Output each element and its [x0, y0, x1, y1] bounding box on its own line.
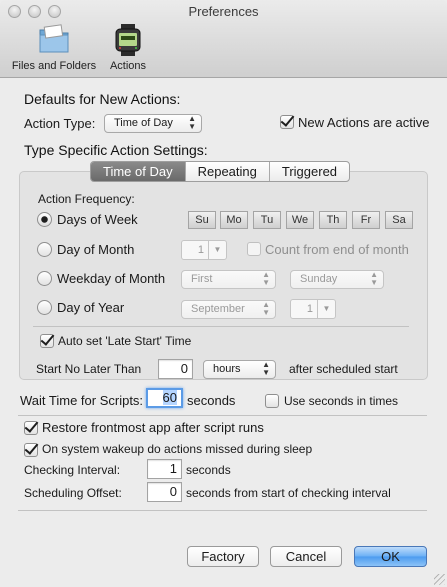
day-toggle-tu[interactable]: Tu: [253, 211, 281, 229]
type-specific-heading: Type Specific Action Settings:: [24, 142, 208, 158]
weekday-of-month-label: Weekday of Month: [57, 271, 166, 286]
start-unit-popup[interactable]: hours ▲ ▼: [203, 360, 276, 379]
use-seconds-checkbox[interactable]: [265, 394, 279, 408]
days-of-week-radio[interactable]: [37, 212, 52, 227]
restore-frontmost-label: Restore frontmost app after script runs: [42, 420, 264, 435]
wait-time-unit: seconds: [187, 393, 236, 408]
wait-time-value: 60: [162, 390, 177, 405]
day-toggle-we[interactable]: We: [286, 211, 314, 229]
watch-icon: [115, 24, 141, 56]
weekday-ordinal-value: First: [191, 273, 213, 285]
popup-arrows-icon: ▲ ▼: [262, 360, 270, 377]
auto-late-start-checkbox[interactable]: [40, 334, 54, 348]
checking-interval-unit: seconds: [186, 463, 231, 477]
folder-icon: [39, 24, 69, 53]
start-unit-value: hours: [213, 363, 241, 375]
chevron-down-icon: ▼: [317, 300, 335, 318]
day-toggle-fr[interactable]: Fr: [352, 211, 380, 229]
tab-repeating[interactable]: Repeating: [184, 162, 269, 181]
action-frequency-label: Action Frequency:: [38, 192, 135, 206]
window-title: Preferences: [188, 4, 259, 19]
weekday-ordinal-popup[interactable]: First ▲ ▼: [181, 270, 276, 289]
title-bar: Preferences Files and Folders Actions: [0, 0, 447, 78]
weekday-day-value: Sunday: [300, 273, 338, 285]
day-of-month-radio[interactable]: [37, 242, 52, 257]
day-toggle-mo[interactable]: Mo: [220, 211, 248, 229]
divider: [33, 326, 409, 327]
action-type-popup[interactable]: Time of Day ▲ ▼: [104, 114, 202, 133]
after-scheduled-label: after scheduled start: [289, 362, 398, 376]
day-of-year-radio[interactable]: [37, 300, 52, 315]
count-from-end-checkbox[interactable]: [247, 242, 261, 256]
new-actions-active-label: New Actions are active: [298, 115, 430, 130]
day-of-month-label: Day of Month: [57, 242, 135, 257]
defaults-heading: Defaults for New Actions:: [24, 91, 181, 107]
checking-interval-label: Checking Interval:: [24, 463, 121, 477]
weekday-of-month-radio[interactable]: [37, 271, 52, 286]
count-from-end-label: Count from end of month: [265, 242, 409, 257]
scheduling-offset-field[interactable]: 0: [147, 482, 182, 502]
month-popup[interactable]: September ▲ ▼: [181, 300, 276, 319]
scheduling-offset-unit: seconds from start of checking interval: [186, 486, 391, 500]
wakeup-missed-label: On system wakeup do actions missed durin…: [42, 442, 313, 456]
scheduling-offset-label: Scheduling Offset:: [24, 486, 122, 500]
popup-arrows-icon: ▲ ▼: [370, 270, 378, 287]
toolbar-label-actions: Actions: [109, 60, 147, 72]
tab-triggered[interactable]: Triggered: [268, 162, 349, 181]
days-of-week-label: Days of Week: [57, 212, 138, 227]
day-of-month-value: 1: [197, 244, 204, 256]
day-toggle-su[interactable]: Su: [188, 211, 216, 229]
wait-time-field[interactable]: 60: [146, 388, 183, 408]
action-type-tabs: Time of Day Repeating Triggered: [90, 161, 351, 182]
toolbar-files-and-folders[interactable]: Files and Folders: [6, 24, 102, 72]
weekday-day-popup[interactable]: Sunday ▲ ▼: [290, 270, 384, 289]
day-of-year-label: Day of Year: [57, 300, 125, 315]
use-seconds-label: Use seconds in times: [284, 394, 399, 408]
cancel-button[interactable]: Cancel: [270, 546, 342, 567]
popup-arrows-icon: ▲ ▼: [262, 300, 270, 317]
restore-frontmost-checkbox[interactable]: [24, 421, 38, 435]
ok-button[interactable]: OK: [354, 546, 427, 567]
start-no-later-label: Start No Later Than: [36, 362, 142, 376]
chevron-down-icon: ▼: [208, 241, 226, 259]
action-type-label: Action Type:: [24, 116, 96, 131]
day-of-year-stepper[interactable]: 1 ▼: [290, 299, 336, 319]
day-of-year-value: 1: [306, 303, 313, 315]
preferences-window: Preferences Files and Folders Actions De…: [0, 0, 447, 587]
resize-grip-icon[interactable]: [434, 574, 445, 585]
divider: [18, 415, 427, 416]
wakeup-missed-checkbox[interactable]: [24, 443, 38, 457]
new-actions-active-checkbox[interactable]: [280, 115, 294, 129]
tab-time-of-day[interactable]: Time of Day: [91, 162, 185, 181]
day-toggle-sa[interactable]: Sa: [385, 211, 413, 229]
day-of-month-stepper[interactable]: 1 ▼: [181, 240, 227, 260]
wait-time-label: Wait Time for Scripts:: [20, 393, 144, 408]
auto-late-start-label: Auto set 'Late Start' Time: [58, 334, 192, 348]
toolbar-label-files-and-folders: Files and Folders: [11, 60, 97, 72]
checking-interval-field[interactable]: 1: [147, 459, 182, 479]
day-toggle-th[interactable]: Th: [319, 211, 347, 229]
toolbar-actions[interactable]: Actions: [104, 24, 152, 72]
factory-button[interactable]: Factory: [187, 546, 259, 567]
action-type-value: Time of Day: [114, 117, 173, 129]
divider: [18, 510, 427, 511]
month-value: September: [191, 303, 245, 315]
popup-arrows-icon: ▲ ▼: [262, 270, 270, 287]
start-no-later-field[interactable]: 0: [158, 359, 193, 379]
popup-arrows-icon: ▲ ▼: [188, 114, 196, 131]
